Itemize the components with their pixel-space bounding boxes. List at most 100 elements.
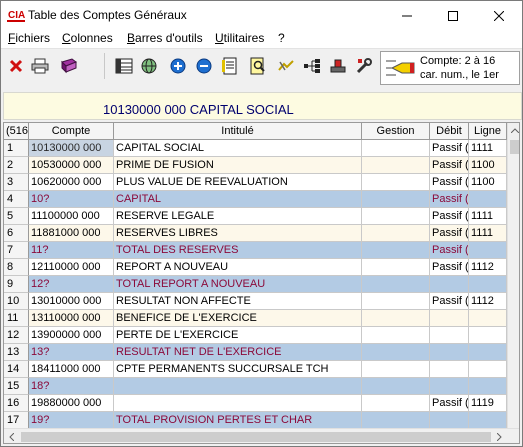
cell-compte[interactable]: 10620000 000 bbox=[29, 174, 114, 191]
table-row[interactable]: 8 12110000 000 REPORT A NOUVEAU Passif (111… bbox=[4, 259, 507, 276]
table-row[interactable]: 6 11881000 000 RESERVES LIBRES Passif (1111 bbox=[4, 225, 507, 242]
table-row[interactable]: 12 13900000 000 PERTE DE L'EXERCICE bbox=[4, 327, 507, 344]
row-number[interactable]: 8 bbox=[4, 259, 29, 276]
cell-debit[interactable] bbox=[430, 344, 469, 361]
cell-ligne[interactable]: 1119 bbox=[469, 395, 507, 412]
cell-gestion[interactable] bbox=[362, 157, 430, 174]
globe-button[interactable] bbox=[138, 55, 160, 77]
cell-gestion[interactable] bbox=[362, 140, 430, 157]
row-number[interactable]: 13 bbox=[4, 344, 29, 361]
close-button[interactable] bbox=[476, 1, 522, 30]
horizontal-scroll-thumb[interactable] bbox=[21, 432, 491, 442]
row-number[interactable]: 12 bbox=[4, 327, 29, 344]
cell-intitule[interactable]: CAPITAL bbox=[114, 191, 362, 208]
table-row[interactable]: 17 19? TOTAL PROVISION PERTES ET CHAR bbox=[4, 412, 507, 429]
menu-fichiers[interactable]: Fichiers bbox=[8, 31, 50, 45]
cell-ligne[interactable] bbox=[469, 242, 507, 259]
cell-gestion[interactable] bbox=[362, 327, 430, 344]
cell-ligne[interactable]: 1112 bbox=[469, 259, 507, 276]
accounts-grid[interactable]: (516 Compte Intitulé Gestion Débit Ligne… bbox=[3, 122, 520, 444]
header-corner[interactable]: (516 bbox=[4, 123, 29, 140]
scroll-right-arrow[interactable] bbox=[492, 429, 507, 443]
cell-debit[interactable]: Passif ( bbox=[430, 259, 469, 276]
cell-gestion[interactable] bbox=[362, 174, 430, 191]
header-ligne[interactable]: Ligne bbox=[469, 123, 507, 140]
cell-gestion[interactable] bbox=[362, 276, 430, 293]
cell-intitule[interactable]: CPTE PERMANENTS SUCCURSALE TCH bbox=[114, 361, 362, 378]
vertical-scrollbar[interactable] bbox=[507, 123, 519, 428]
cell-intitule[interactable] bbox=[114, 395, 362, 412]
table-row[interactable]: 10 13010000 000 RESULTAT NON AFFECTE Passif… bbox=[4, 293, 507, 310]
add-button[interactable] bbox=[167, 55, 189, 77]
cell-ligne[interactable] bbox=[469, 412, 507, 429]
table-row[interactable]: 14 18411000 000 CPTE PERMANENTS SUCCURSALE… bbox=[4, 361, 507, 378]
row-number[interactable]: 17 bbox=[4, 412, 29, 429]
cell-ligne[interactable]: 1111 bbox=[469, 140, 507, 157]
delete-button[interactable] bbox=[5, 55, 27, 77]
row-number[interactable]: 6 bbox=[4, 225, 29, 242]
cell-ligne[interactable]: 1100 bbox=[469, 157, 507, 174]
vertical-scroll-thumb[interactable] bbox=[510, 140, 519, 154]
cell-compte[interactable]: 13900000 000 bbox=[29, 327, 114, 344]
cell-debit[interactable]: Passif ( bbox=[430, 140, 469, 157]
cell-compte[interactable]: 13010000 000 bbox=[29, 293, 114, 310]
cell-intitule[interactable]: BENEFICE DE L'EXERCICE bbox=[114, 310, 362, 327]
cell-gestion[interactable] bbox=[362, 191, 430, 208]
row-number[interactable]: 4 bbox=[4, 191, 29, 208]
cell-debit[interactable] bbox=[430, 361, 469, 378]
table-row[interactable]: 1 10130000 000 CAPITAL SOCIAL Passif (1111 bbox=[4, 140, 507, 157]
cell-gestion[interactable] bbox=[362, 310, 430, 327]
cell-ligne[interactable] bbox=[469, 310, 507, 327]
scroll-left-arrow[interactable] bbox=[4, 429, 19, 443]
cell-compte[interactable]: 11100000 000 bbox=[29, 208, 114, 225]
table-row[interactable]: 9 12? TOTAL REPORT A NOUVEAU bbox=[4, 276, 507, 293]
cell-intitule[interactable]: PERTE DE L'EXERCICE bbox=[114, 327, 362, 344]
cell-compte[interactable]: 13110000 000 bbox=[29, 310, 114, 327]
cell-gestion[interactable] bbox=[362, 361, 430, 378]
scroll-up-arrow[interactable] bbox=[508, 123, 519, 138]
cell-compte[interactable]: 13? bbox=[29, 344, 114, 361]
table-row[interactable]: 13 13? RESULTAT NET DE L'EXERCICE bbox=[4, 344, 507, 361]
cell-intitule[interactable]: CAPITAL SOCIAL bbox=[114, 140, 362, 157]
cell-compte[interactable]: 10130000 000 bbox=[29, 140, 114, 157]
cell-debit[interactable]: Passif ( bbox=[430, 157, 469, 174]
cell-ligne[interactable] bbox=[469, 191, 507, 208]
cell-gestion[interactable] bbox=[362, 293, 430, 310]
link-button[interactable] bbox=[275, 55, 297, 77]
table-row[interactable]: 15 18? bbox=[4, 378, 507, 395]
row-number[interactable]: 16 bbox=[4, 395, 29, 412]
cell-compte[interactable]: 12? bbox=[29, 276, 114, 293]
table-row[interactable]: 16 19880000 000 Passif (1119 bbox=[4, 395, 507, 412]
menu-barres-outils[interactable]: Barres d'outils bbox=[127, 31, 203, 45]
cell-intitule[interactable]: RESULTAT NET DE L'EXERCICE bbox=[114, 344, 362, 361]
row-number[interactable]: 14 bbox=[4, 361, 29, 378]
cell-debit[interactable]: Passif ( bbox=[430, 208, 469, 225]
table-row[interactable]: 2 10530000 000 PRIME DE FUSION Passif (1100 bbox=[4, 157, 507, 174]
cell-compte[interactable]: 19880000 000 bbox=[29, 395, 114, 412]
cell-intitule[interactable]: REPORT A NOUVEAU bbox=[114, 259, 362, 276]
cell-ligne[interactable]: 1111 bbox=[469, 208, 507, 225]
cell-compte[interactable]: 18411000 000 bbox=[29, 361, 114, 378]
cell-compte[interactable]: 18? bbox=[29, 378, 114, 395]
cell-gestion[interactable] bbox=[362, 378, 430, 395]
cell-debit[interactable] bbox=[430, 378, 469, 395]
header-intitule[interactable]: Intitulé bbox=[114, 123, 362, 140]
cell-compte[interactable]: 10530000 000 bbox=[29, 157, 114, 174]
cell-intitule[interactable]: PLUS VALUE DE REEVALUATION bbox=[114, 174, 362, 191]
cell-intitule[interactable]: TOTAL DES RESERVES bbox=[114, 242, 362, 259]
minimize-button[interactable] bbox=[384, 1, 430, 30]
cell-debit[interactable]: Passif ( bbox=[430, 395, 469, 412]
cell-ligne[interactable]: 1100 bbox=[469, 174, 507, 191]
book-button[interactable] bbox=[58, 55, 80, 77]
cell-intitule[interactable] bbox=[114, 378, 362, 395]
row-number[interactable]: 11 bbox=[4, 310, 29, 327]
cell-ligne[interactable]: 1112 bbox=[469, 293, 507, 310]
header-compte[interactable]: Compte bbox=[29, 123, 114, 140]
cell-gestion[interactable] bbox=[362, 259, 430, 276]
row-number[interactable]: 7 bbox=[4, 242, 29, 259]
row-number[interactable]: 9 bbox=[4, 276, 29, 293]
header-debit[interactable]: Débit bbox=[430, 123, 469, 140]
cell-ligne[interactable] bbox=[469, 378, 507, 395]
menu-help[interactable]: ? bbox=[278, 31, 285, 45]
menu-colonnes[interactable]: Colonnes bbox=[62, 31, 113, 45]
